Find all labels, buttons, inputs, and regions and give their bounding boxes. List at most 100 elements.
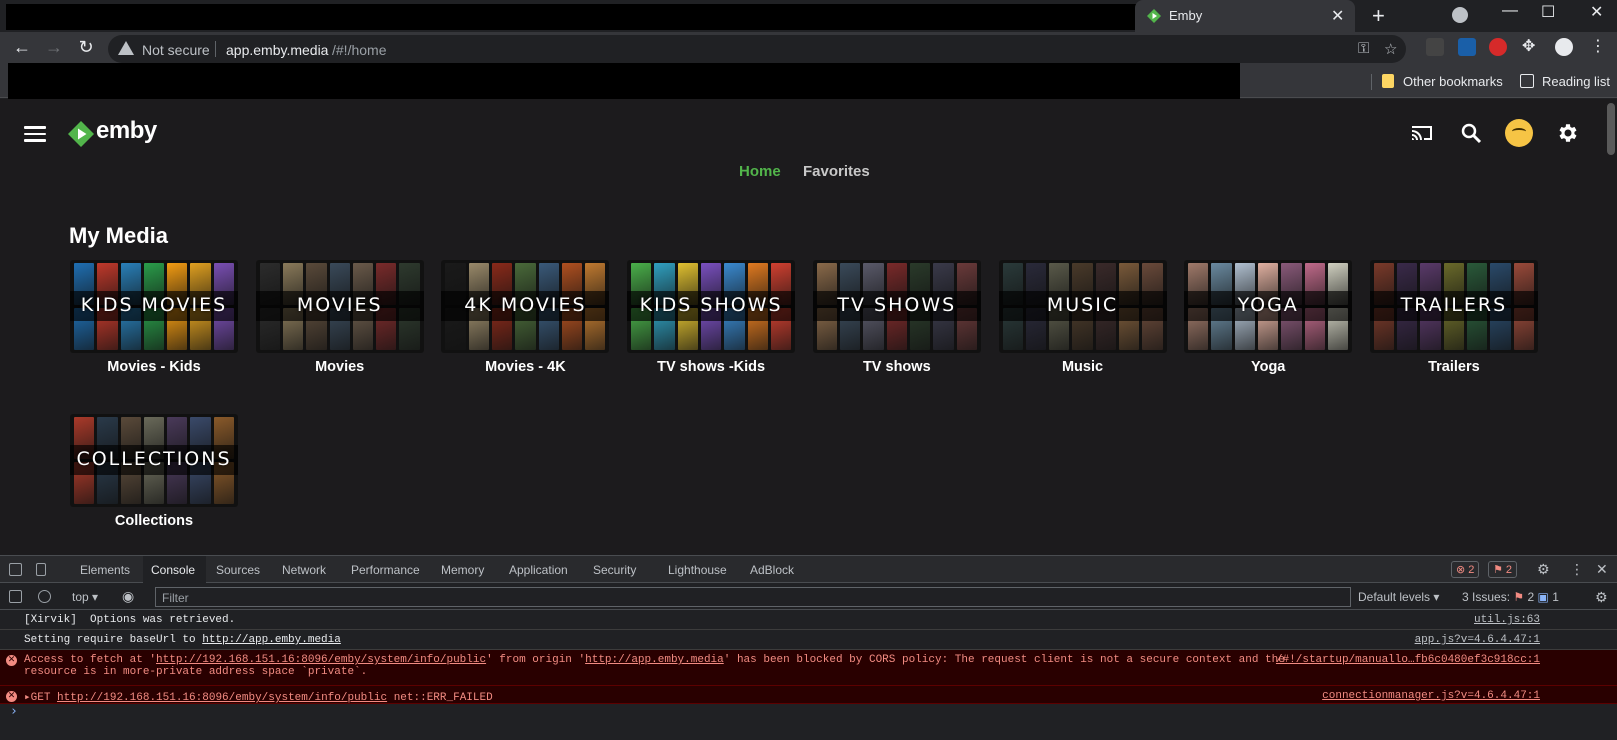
- new-tab-button[interactable]: +: [1372, 3, 1385, 29]
- library-card-image[interactable]: KIDS SHOWS: [627, 260, 796, 353]
- extension-icon[interactable]: [1458, 38, 1476, 56]
- tab-network[interactable]: Network: [282, 563, 326, 577]
- library-card-image[interactable]: TV SHOWS: [812, 260, 981, 353]
- log-levels-dropdown[interactable]: Default levels ▾: [1358, 590, 1439, 604]
- cast-icon[interactable]: [1410, 121, 1434, 145]
- tab-favorites[interactable]: Favorites: [803, 163, 870, 180]
- tab-console[interactable]: Console: [151, 563, 195, 577]
- library-card[interactable]: COLLECTIONS Collections: [70, 414, 238, 529]
- forward-icon[interactable]: →: [42, 37, 66, 58]
- hamburger-menu-icon[interactable]: [24, 126, 46, 142]
- adblock-icon[interactable]: [1489, 38, 1507, 56]
- log-source-link[interactable]: connectionmanager.js?v=4.6.4.47:1: [1322, 690, 1540, 702]
- library-card[interactable]: 4K MOVIES Movies - 4K: [441, 260, 610, 375]
- browser-tab-emby[interactable]: Emby ✕: [1135, 0, 1355, 32]
- context-selector[interactable]: top ▾: [72, 590, 98, 604]
- console-prompt[interactable]: ›: [10, 704, 18, 719]
- library-name[interactable]: Trailers: [1370, 359, 1538, 375]
- address-bar[interactable]: Not secure app.emby.media /#!/home ⚿ ☆: [108, 35, 1406, 63]
- key-icon[interactable]: ⚿: [1358, 40, 1369, 57]
- devtools-close-icon[interactable]: ✕: [1596, 561, 1608, 578]
- error-count-badge[interactable]: ⊗ 2: [1451, 561, 1480, 578]
- library-card-image[interactable]: KIDS MOVIES: [70, 260, 238, 353]
- inspect-element-icon[interactable]: [9, 563, 22, 576]
- clear-console-icon[interactable]: [38, 590, 51, 603]
- library-card[interactable]: KIDS SHOWS TV shows -Kids: [627, 260, 796, 375]
- library-card[interactable]: MUSIC Music: [998, 260, 1167, 375]
- log-url-link[interactable]: http://192.168.151.16:8096/emby/system/i…: [57, 692, 387, 704]
- library-name[interactable]: Collections: [70, 513, 238, 529]
- reading-list[interactable]: Reading list: [1542, 74, 1610, 89]
- library-card-image[interactable]: 4K MOVIES: [441, 260, 610, 353]
- back-icon[interactable]: ←: [10, 37, 34, 58]
- sidebar-toggle-icon[interactable]: [9, 590, 22, 603]
- devtools-menu-icon[interactable]: ⋮: [1570, 561, 1584, 578]
- library-name[interactable]: TV shows: [813, 359, 981, 375]
- scroll-thumb[interactable]: [1607, 103, 1615, 155]
- bookmark-star-icon[interactable]: ☆: [1384, 40, 1397, 58]
- tab-sources[interactable]: Sources: [216, 563, 260, 577]
- log-message[interactable]: ▸GET http://192.168.151.16:8096/emby/sys…: [24, 690, 493, 704]
- log-source-link[interactable]: app.js?v=4.6.4.47:1: [1415, 634, 1540, 646]
- log-url-link[interactable]: http://192.168.151.16:8096/emby/system/i…: [156, 654, 486, 666]
- library-card[interactable]: MOVIES Movies: [255, 260, 424, 375]
- library-card[interactable]: YOGA Yoga: [1184, 260, 1353, 375]
- log-source-link[interactable]: /#!/startup/manuallo…fb6c0480ef3c918cc:1: [1276, 654, 1540, 666]
- library-name[interactable]: Music: [999, 359, 1167, 375]
- error-icon: ✕: [6, 655, 17, 666]
- library-name[interactable]: Yoga: [1184, 359, 1352, 375]
- emby-brand[interactable]: emby: [96, 117, 157, 145]
- device-toolbar-icon[interactable]: [36, 563, 46, 576]
- tab-performance[interactable]: Performance: [351, 563, 420, 577]
- eye-icon[interactable]: ◉: [122, 588, 134, 605]
- log-url-link[interactable]: http://app.emby.media: [202, 634, 341, 646]
- emby-logo-icon[interactable]: [68, 121, 94, 147]
- extension-icon[interactable]: [1426, 38, 1444, 56]
- library-card[interactable]: TV SHOWS TV shows: [812, 260, 981, 375]
- library-card-image[interactable]: TRAILERS: [1369, 260, 1538, 353]
- library-name[interactable]: Movies: [256, 359, 424, 375]
- chrome-menu-icon[interactable]: ⋮: [1590, 36, 1608, 55]
- profile-icon[interactable]: [1555, 38, 1573, 56]
- other-bookmarks[interactable]: Other bookmarks: [1403, 74, 1503, 89]
- reload-icon[interactable]: ↻: [74, 37, 98, 58]
- url-host[interactable]: app.emby.media: [226, 42, 328, 58]
- library-card-image[interactable]: YOGA: [1184, 260, 1353, 353]
- tab-application[interactable]: Application: [509, 563, 568, 577]
- tab-home[interactable]: Home: [739, 163, 781, 180]
- log-url-link[interactable]: http://app.emby.media: [585, 654, 724, 666]
- warning-count-badge[interactable]: ⚑ 2: [1488, 561, 1518, 578]
- library-name[interactable]: Movies - Kids: [70, 359, 238, 375]
- devtools-settings-icon[interactable]: ⚙: [1537, 561, 1550, 578]
- library-card-image[interactable]: MOVIES: [255, 260, 424, 353]
- not-secure-label[interactable]: Not secure: [142, 42, 210, 58]
- log-source-link[interactable]: util.js:63: [1474, 614, 1540, 626]
- library-card-image[interactable]: MUSIC: [998, 260, 1167, 353]
- console-settings-icon[interactable]: ⚙: [1595, 589, 1608, 606]
- library-name[interactable]: TV shows -Kids: [627, 359, 795, 375]
- library-card[interactable]: TRAILERS Trailers: [1369, 260, 1538, 375]
- user-avatar[interactable]: [1505, 119, 1533, 147]
- issues-counter[interactable]: 3 Issues: ⚑ 2 ▣ 1: [1462, 590, 1559, 604]
- settings-gear-icon[interactable]: [1555, 121, 1579, 145]
- close-window-icon[interactable]: ✕: [1590, 2, 1603, 22]
- library-name[interactable]: Movies - 4K: [441, 359, 609, 375]
- library-card[interactable]: KIDS MOVIES Movies - Kids: [70, 260, 238, 375]
- maximize-icon[interactable]: ☐: [1541, 2, 1555, 22]
- search-icon[interactable]: [1459, 121, 1483, 145]
- url-path[interactable]: /#!/home: [332, 42, 386, 58]
- library-card-image[interactable]: COLLECTIONS: [70, 414, 238, 507]
- warning-icon[interactable]: [118, 41, 134, 55]
- page-scrollbar[interactable]: [1605, 99, 1617, 555]
- tab-elements[interactable]: Elements: [80, 563, 130, 577]
- tab-search-icon[interactable]: [1452, 7, 1468, 23]
- minimize-icon[interactable]: —: [1502, 2, 1518, 20]
- tab-lighthouse[interactable]: Lighthouse: [668, 563, 727, 577]
- tab-security[interactable]: Security: [593, 563, 636, 577]
- console-filter-input[interactable]: Filter: [155, 587, 1351, 607]
- console-error-row: ✕ ▸GET http://192.168.151.16:8096/emby/s…: [0, 686, 1617, 704]
- extensions-puzzle-icon[interactable]: ✥: [1522, 36, 1540, 55]
- tab-adblock[interactable]: AdBlock: [750, 563, 794, 577]
- tab-memory[interactable]: Memory: [441, 563, 484, 577]
- tab-close-icon[interactable]: ✕: [1331, 6, 1344, 26]
